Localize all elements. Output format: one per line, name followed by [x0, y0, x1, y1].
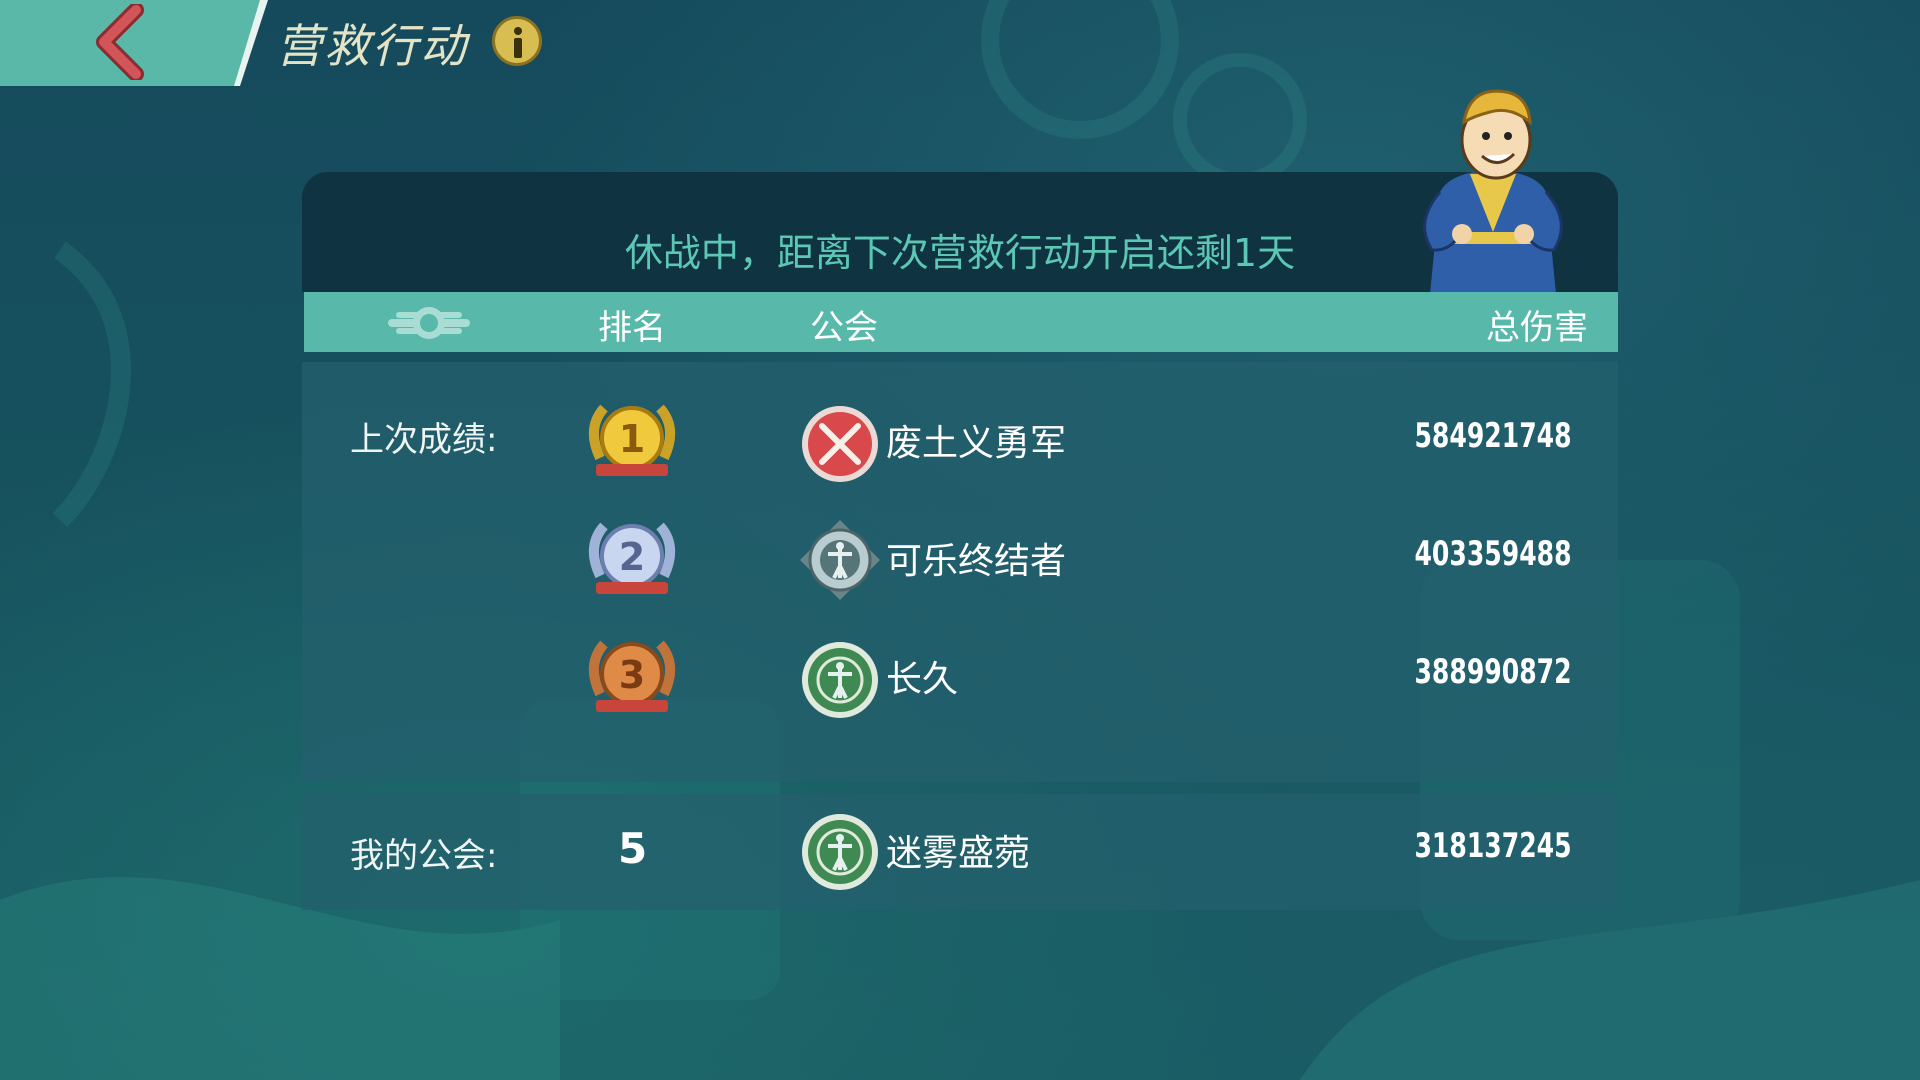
my-guild-rank: 5	[618, 824, 648, 873]
last-results-label: 上次成绩:	[350, 420, 498, 460]
my-guild-total-damage: 318137245	[1414, 826, 1572, 866]
chevron-left-icon	[96, 4, 144, 80]
green-vitruvian-emblem-icon	[802, 642, 878, 718]
info-button[interactable]	[492, 16, 542, 66]
back-button[interactable]	[0, 0, 260, 86]
guild-name-link[interactable]: 长久	[886, 650, 958, 702]
my-guild-row: 我的公会: 5 迷雾盛菀 318137245	[302, 794, 1618, 910]
info-icon	[514, 27, 522, 35]
green-vitruvian-emblem-icon	[802, 814, 878, 890]
total-damage-value: 388990872	[1414, 652, 1572, 692]
page-title: 营救行动	[276, 19, 468, 73]
leaderboard-column-headers: 排名 公会 总伤害	[304, 292, 1618, 352]
last-results-table: 上次成绩: 1 废土义勇军 584921748 2 可乐终结者 40335948…	[302, 362, 1618, 782]
column-header-damage: 总伤害	[1486, 308, 1588, 348]
my-guild-name-link[interactable]: 迷雾盛菀	[886, 824, 1030, 876]
total-damage-value: 584921748	[1414, 416, 1572, 456]
vault-gear-icon	[388, 307, 470, 339]
silver-vitruvian-emblem-icon	[800, 520, 880, 600]
red-crossed-swords-emblem-icon	[802, 406, 878, 482]
info-icon-bar	[514, 38, 522, 58]
total-damage-value: 403359488	[1414, 534, 1572, 574]
silver-medal-icon: 2	[589, 522, 675, 594]
vault-boy-mascot-icon	[1423, 89, 1563, 294]
my-guild-label: 我的公会:	[350, 836, 498, 876]
gold-medal-icon: 1	[589, 404, 675, 476]
column-header-guild: 公会	[810, 308, 878, 348]
guild-name-link[interactable]: 废土义勇军	[886, 414, 1066, 466]
guild-name-link[interactable]: 可乐终结者	[886, 532, 1066, 584]
medal-rank-3: 3	[619, 653, 645, 697]
medal-rank-2: 2	[619, 535, 645, 579]
medal-rank-1: 1	[619, 417, 645, 461]
column-header-rank: 排名	[598, 308, 666, 348]
bronze-medal-icon: 3	[589, 640, 675, 712]
